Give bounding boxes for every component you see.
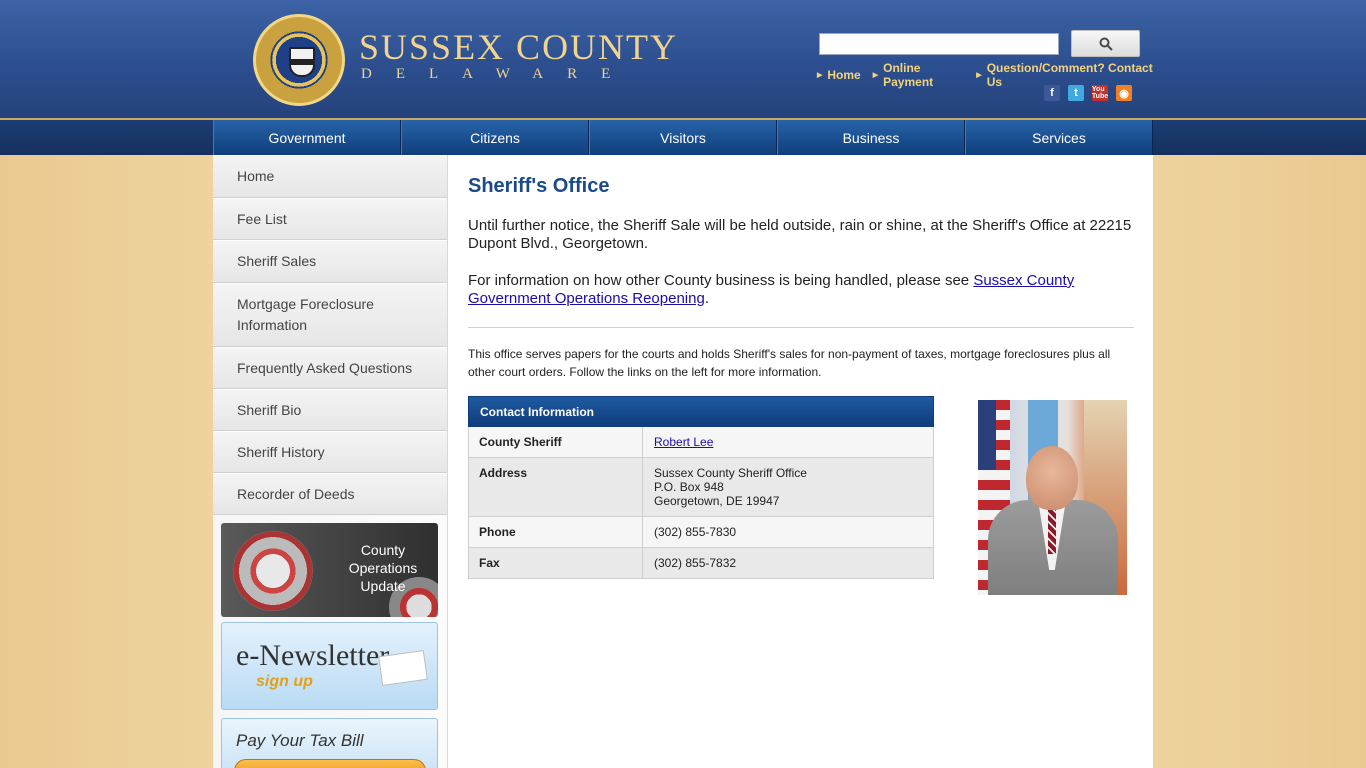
row-label: Phone <box>469 517 643 547</box>
search-icon <box>1099 37 1113 51</box>
content-frame: Home Fee List Sheriff Sales Mortgage For… <box>213 155 1153 768</box>
search-button[interactable] <box>1071 30 1140 57</box>
sidebar-item-recorder-of-deeds[interactable]: Recorder of Deeds <box>213 473 447 515</box>
nav-services[interactable]: Services <box>965 120 1153 155</box>
table-row: Address Sussex County Sheriff Office P.O… <box>468 458 934 517</box>
nav-government[interactable]: Government <box>213 120 401 155</box>
sheriff-photo <box>978 400 1127 595</box>
row-label: County Sheriff <box>469 427 643 457</box>
covid-operations-banner[interactable]: County Operations Update <box>221 523 438 617</box>
table-row: Phone (302) 855-7830 <box>468 517 934 548</box>
sheriff-name-link[interactable]: Robert Lee <box>654 435 713 449</box>
page-title: Sheriff's Office <box>468 175 610 197</box>
table-row: County Sheriff Robert Lee <box>468 427 934 458</box>
sidebar-item-sheriff-sales[interactable]: Sheriff Sales <box>213 240 447 283</box>
table-row: Fax (302) 855-7832 <box>468 548 934 579</box>
youtube-icon[interactable]: You Tube <box>1092 85 1108 101</box>
newsletter-signup-banner[interactable]: e-Newsletter sign up <box>221 622 438 710</box>
main-nav: Government Citizens Visitors Business Se… <box>0 120 1366 155</box>
nav-visitors[interactable]: Visitors <box>589 120 777 155</box>
sidebar: Home Fee List Sheriff Sales Mortgage For… <box>213 155 448 768</box>
sidebar-item-sheriff-history[interactable]: Sheriff History <box>213 431 447 473</box>
covid-banner-text: County Operations Update <box>348 542 418 594</box>
fax-value: (302) 855-7832 <box>654 556 737 570</box>
contact-heading: Contact Information <box>468 396 934 427</box>
nav-business[interactable]: Business <box>777 120 965 155</box>
site-subtitle: DELAWARE <box>361 66 635 82</box>
nav-citizens[interactable]: Citizens <box>401 120 589 155</box>
phone-value: (302) 855-7830 <box>654 525 737 539</box>
sidebar-item-faq[interactable]: Frequently Asked Questions <box>213 347 447 389</box>
top-link-online-payment[interactable]: ▶ Online Payment <box>873 61 965 89</box>
twitter-icon[interactable]: t <box>1068 85 1084 101</box>
contact-table: Contact Information County Sheriff Rober… <box>468 396 934 579</box>
search-input[interactable] <box>819 33 1059 55</box>
tax-banner-title: Pay Your Tax Bill <box>236 731 364 750</box>
newsletter-subtitle: sign up <box>256 673 313 690</box>
row-label: Address <box>469 458 643 516</box>
virus-image <box>233 531 313 611</box>
envelope-icon <box>378 649 428 687</box>
sidebar-item-mortgage-foreclosure[interactable]: Mortgage Foreclosure Information <box>213 283 447 347</box>
site-title[interactable]: SUSSEX COUNTY <box>359 28 678 66</box>
site-header: SUSSEX COUNTY DELAWARE ▶ Home ▶ Online Pay… <box>0 0 1366 120</box>
sidebar-item-fee-list[interactable]: Fee List <box>213 198 447 240</box>
pay-tax-bill-banner[interactable]: Pay Your Tax Bill <box>221 718 438 768</box>
top-link-home[interactable]: ▶ Home <box>817 61 861 89</box>
facebook-icon[interactable]: f <box>1044 85 1060 101</box>
sheriff-sale-notice: Until further notice, the Sheriff Sale w… <box>468 217 1132 252</box>
social-links: f t You Tube ◉ <box>1044 85 1132 101</box>
county-seal-logo[interactable] <box>253 14 345 106</box>
newsletter-title: e-Newsletter <box>236 639 390 672</box>
sidebar-item-home[interactable]: Home <box>213 155 447 198</box>
rss-icon[interactable]: ◉ <box>1116 85 1132 101</box>
address-value: Sussex County Sheriff Office P.O. Box 94… <box>654 466 807 508</box>
office-description: This office serves papers for the courts… <box>468 347 1111 379</box>
operations-info: For information on how other County busi… <box>468 272 1075 307</box>
tax-get-started-button[interactable] <box>234 759 426 768</box>
sidebar-item-sheriff-bio[interactable]: Sheriff Bio <box>213 389 447 431</box>
divider <box>468 327 1134 328</box>
row-label: Fax <box>469 548 643 578</box>
